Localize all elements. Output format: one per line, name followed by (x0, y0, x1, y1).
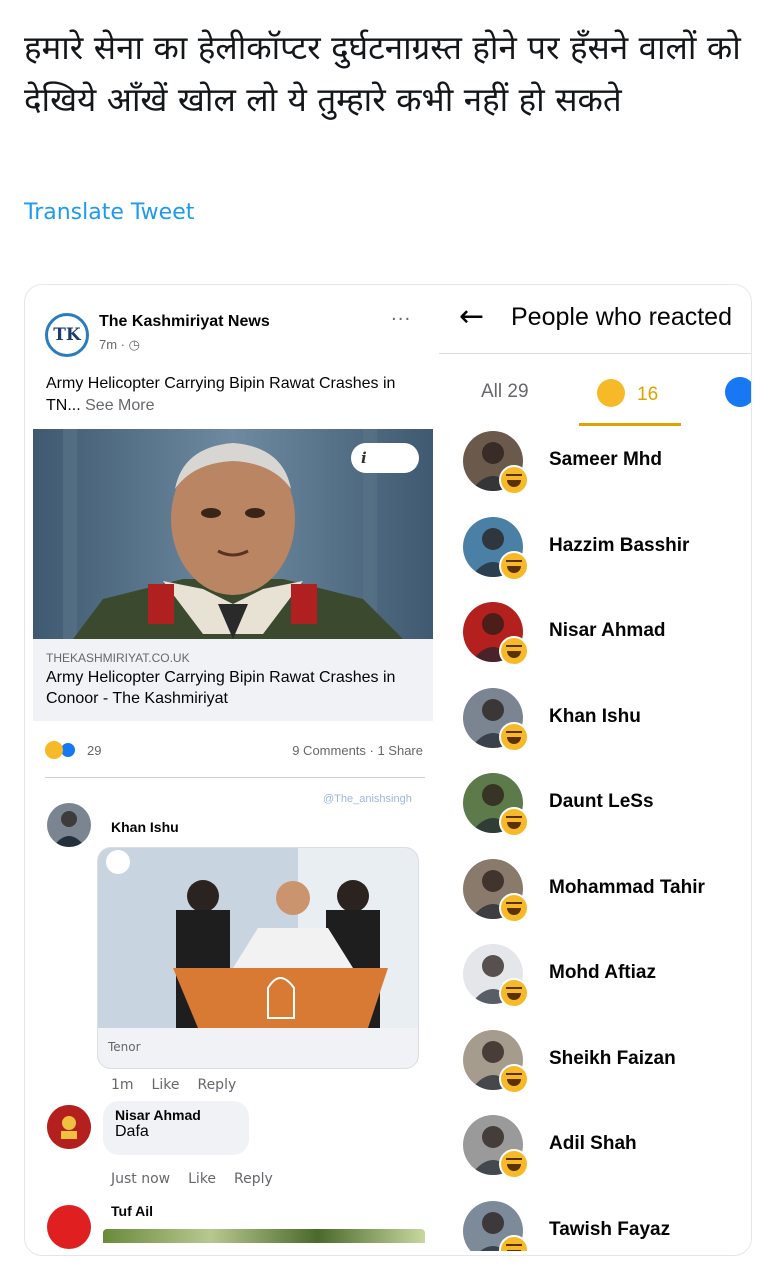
haha-badge-icon (499, 1063, 529, 1094)
link-preview-image[interactable]: i (33, 429, 433, 639)
reactor-row[interactable]: Adil Shah (439, 1115, 751, 1201)
haha-badge-icon (499, 465, 529, 495)
reactor-name[interactable]: Hazzim Basshir (549, 535, 689, 557)
comment-bubble: Nisar Ahmad Dafa (103, 1101, 249, 1155)
tab-like-icon[interactable] (725, 377, 751, 407)
link-preview-meta[interactable]: THEKASHMIRIYAT.CO.UK Army Helicopter Car… (33, 639, 433, 721)
info-button[interactable]: i (351, 443, 419, 473)
more-options-button[interactable]: ··· (391, 309, 411, 330)
like-button[interactable]: Like (188, 1171, 216, 1187)
comment-time: Just now (111, 1171, 171, 1187)
haha-badge-icon (499, 978, 529, 1008)
comment-actions: 1m Like Reply (111, 1077, 254, 1093)
reactor-name[interactable]: Sameer Mhd (549, 449, 662, 471)
avatar[interactable] (47, 803, 91, 847)
reactor-row[interactable]: Sheikh Faizan (439, 1029, 751, 1116)
haha-emoji-icon (597, 379, 625, 407)
reactor-name[interactable]: Daunt LeSs (549, 791, 654, 813)
comment-item: Tuf Ail (33, 1201, 433, 1251)
reply-button[interactable]: Reply (197, 1077, 236, 1093)
reactor-row[interactable]: Daunt LeSs (439, 773, 751, 859)
tab-all[interactable]: All 29 (481, 381, 529, 403)
reaction-icons (45, 741, 77, 759)
comments-shares-count[interactable]: 9 Comments · 1 Share (292, 743, 423, 758)
post-text: Army Helicopter Carrying Bipin Rawat Cra… (46, 373, 426, 417)
tweet-text: हमारे सेना का हेलीकॉप्टर दुर्घटनाग्रस्त … (24, 28, 741, 119)
reactor-name[interactable]: Khan Ishu (549, 706, 641, 728)
active-tab-indicator (579, 423, 681, 426)
reactions-list-panel: ← People who reacted All 29 16 Sameer Mh… (439, 291, 751, 1251)
haha-count: 16 (637, 384, 659, 406)
back-arrow-icon[interactable]: ← (459, 299, 484, 334)
divider (45, 777, 425, 778)
reactor-row[interactable]: Nisar Ahmad (439, 602, 751, 688)
reactor-row[interactable]: Sameer Mhd (439, 431, 751, 517)
gif-attachment[interactable]: Tenor (97, 847, 419, 1069)
person-silhouette-icon (53, 811, 85, 847)
gif-attachment-partial (103, 1229, 425, 1243)
haha-badge-icon (499, 1149, 529, 1179)
reaction-count: 29 (87, 743, 102, 758)
reactor-row[interactable]: Khan Ishu (439, 687, 751, 774)
post-timestamp: 7m · ◷ (99, 337, 140, 352)
facebook-post-panel: TK The Kashmiriyat News 7m · ◷ ··· Army … (33, 291, 433, 1251)
comment-actions: Just now Like Reply (111, 1171, 291, 1187)
avatar[interactable] (47, 1105, 91, 1149)
panel-title: People who reacted (511, 303, 732, 331)
comment-text: Dafa (115, 1123, 149, 1140)
reactor-row[interactable]: Tawish Fayaz (439, 1200, 751, 1251)
haha-badge-icon (499, 892, 529, 923)
comment-author[interactable]: Khan Ishu (111, 819, 179, 835)
haha-badge-icon (499, 550, 529, 581)
like-button[interactable]: Like (152, 1077, 180, 1093)
page-logo[interactable]: TK (45, 313, 89, 357)
reactor-row[interactable]: Hazzim Basshir (439, 516, 751, 603)
link-domain: THEKASHMIRIYAT.CO.UK (46, 651, 190, 665)
avatar[interactable] (47, 1205, 91, 1249)
emblem-icon (47, 1105, 91, 1149)
post-header: TK The Kashmiriyat News 7m · ◷ ··· (33, 291, 433, 361)
comment-time: 1m (111, 1077, 134, 1093)
reaction-tabs: All 29 16 (439, 361, 751, 426)
reactor-name[interactable]: Adil Shah (549, 1133, 637, 1155)
haha-reaction-icon (45, 741, 63, 759)
comment-author[interactable]: Nisar Ahmad (115, 1107, 237, 1123)
reactor-name[interactable]: Sheikh Faizan (549, 1048, 676, 1070)
gif-image (98, 848, 418, 1028)
reply-button[interactable]: Reply (234, 1171, 273, 1187)
gif-source: Tenor (108, 1040, 141, 1054)
haha-badge-icon (499, 807, 529, 837)
gif-scene (98, 848, 418, 1028)
tweet-media-image[interactable]: TK The Kashmiriyat News 7m · ◷ ··· Army … (24, 284, 752, 1256)
reactor-row[interactable]: Mohammad Tahir (439, 858, 751, 945)
tab-haha[interactable]: 16 (597, 379, 659, 409)
translate-tweet-link[interactable]: Translate Tweet (24, 200, 194, 225)
comment-author[interactable]: Tuf Ail (111, 1203, 153, 1219)
reactions-summary[interactable]: 29 9 Comments · 1 Share (45, 739, 423, 763)
link-title: Army Helicopter Carrying Bipin Rawat Cra… (46, 669, 396, 707)
divider (439, 353, 751, 354)
reactor-name[interactable]: Mohammad Tahir (549, 877, 705, 899)
reactor-row[interactable]: Mohd Aftiaz (439, 944, 751, 1030)
reactor-name[interactable]: Nisar Ahmad (549, 620, 666, 642)
reactor-name[interactable]: Tawish Fayaz (549, 1219, 670, 1241)
reactor-name[interactable]: Mohd Aftiaz (549, 962, 656, 984)
page-name[interactable]: The Kashmiriyat News (99, 313, 270, 331)
see-more-link[interactable]: See More (85, 397, 154, 414)
haha-badge-icon (499, 721, 529, 752)
haha-badge-icon (499, 636, 529, 666)
